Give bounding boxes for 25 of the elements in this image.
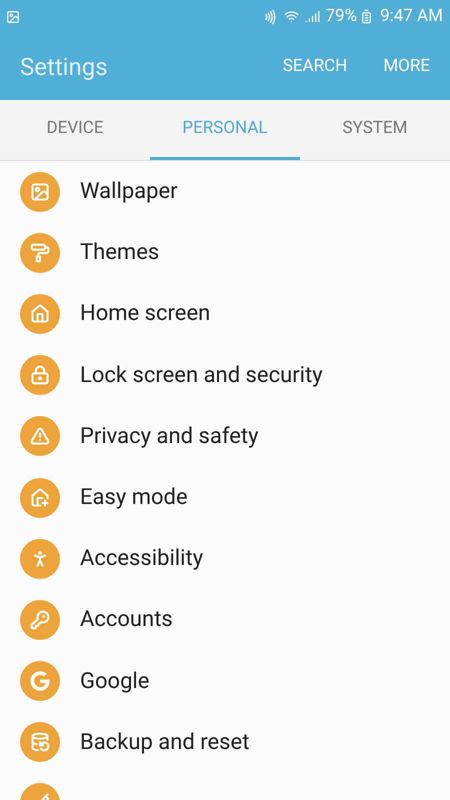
battery-percent: 79%: [326, 4, 358, 28]
settings-item[interactable]: Google: [0, 650, 450, 712]
item-label: Backup and reset: [80, 728, 250, 757]
item-label: Lock screen and security: [80, 362, 323, 390]
item-label: Themes: [80, 239, 160, 268]
settings-item[interactable]: Lock screen and security: [0, 344, 450, 406]
settings-item[interactable]: Easy mode: [0, 466, 450, 528]
item-label: Home screen: [80, 300, 210, 328]
item-label: Easy mode: [80, 484, 188, 512]
settings-item[interactable]: Privacy and safety: [0, 406, 450, 467]
settings-item[interactable]: Themes: [0, 222, 450, 284]
settings-item[interactable]: Accounts: [0, 589, 450, 650]
item-label: Accounts: [80, 606, 173, 634]
settings-item[interactable]: Accessibility: [0, 528, 450, 590]
screen-title: Settings: [20, 52, 109, 82]
settings-item[interactable]: Backup and reset: [0, 712, 450, 773]
item-label: Privacy and safety: [80, 422, 258, 451]
item-label: Accessibility: [80, 545, 204, 574]
settings-item[interactable]: Wallpaper: [0, 161, 450, 222]
tab[interactable]: SYSTEM: [300, 100, 450, 160]
tab[interactable]: DEVICE: [0, 100, 150, 160]
item-label: Wallpaper: [80, 178, 178, 206]
item-label: Google: [80, 668, 150, 696]
settings-item[interactable]: Home screen: [0, 283, 450, 345]
clock: 9:47 AM: [380, 4, 443, 28]
